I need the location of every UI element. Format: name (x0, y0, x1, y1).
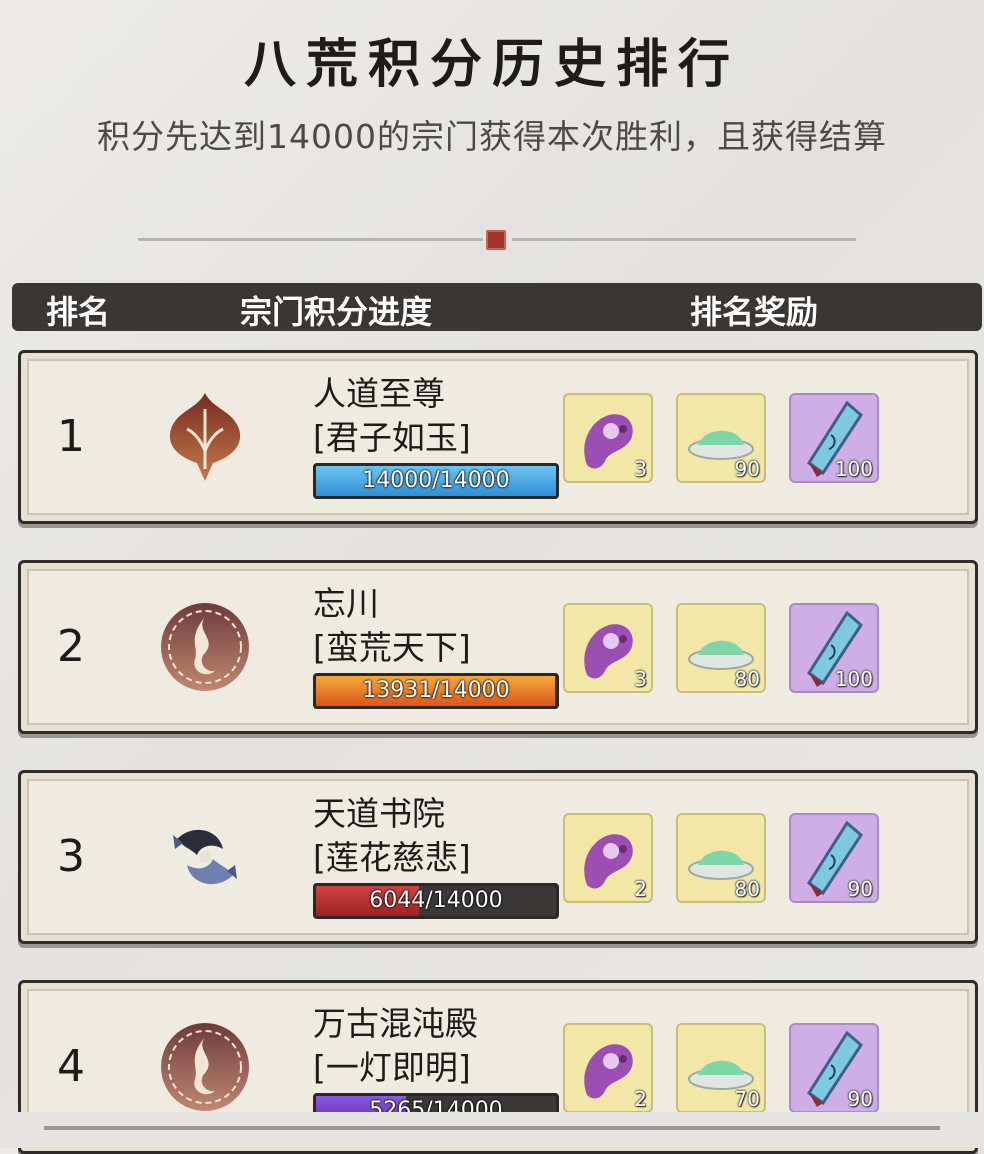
reward-item-3[interactable]: 100 (789, 393, 879, 483)
reward-qty: 80 (734, 667, 760, 691)
reward-item-2[interactable]: 70 (676, 1023, 766, 1113)
progress-bar: 6044/14000 (313, 883, 559, 919)
ranking-row[interactable]: 1 人道至尊 [君子如玉] 14000/14000 3 90 100 (18, 350, 978, 524)
header-progress: 宗门积分进度 (240, 293, 433, 331)
reward-item-1[interactable]: 2 (563, 1023, 653, 1113)
reward-qty: 70 (734, 1087, 760, 1111)
reward-qty: 3 (634, 457, 647, 481)
divider-right (512, 238, 856, 241)
reward-item-3[interactable]: 100 (789, 603, 879, 693)
reward-item-1[interactable]: 2 (563, 813, 653, 903)
reward-qty: 90 (847, 877, 873, 901)
sect-motto: [一灯即明] (313, 1048, 471, 1087)
reward-item-1[interactable]: 3 (563, 393, 653, 483)
sect-name: 人道至尊 (313, 374, 445, 413)
reward-qty: 90 (847, 1087, 873, 1111)
sect-motto: [莲花慈悲] (313, 838, 471, 877)
progress-text: 14000/14000 (362, 468, 510, 493)
reward-item-2[interactable]: 90 (676, 393, 766, 483)
progress-bar: 13931/14000 (313, 673, 559, 709)
sect-name: 忘川 (313, 584, 379, 623)
rank-number: 3 (57, 831, 85, 882)
progress-bar: 14000/14000 (313, 463, 559, 499)
sect-motto: [蛮荒天下] (313, 628, 471, 667)
twin-fish-emblem-icon (173, 829, 237, 885)
ranking-row[interactable]: 3 天道书院 [莲花慈悲] 6044/14000 2 80 90 (18, 770, 978, 944)
reward-qty: 2 (634, 1087, 647, 1111)
reward-qty: 90 (734, 457, 760, 481)
reward-qty: 2 (634, 877, 647, 901)
divider-left (138, 238, 483, 241)
progress-text: 6044/14000 (369, 888, 503, 913)
ranking-row[interactable]: 2 忘川 [蛮荒天下] 13931/14000 3 80 100 (18, 560, 978, 734)
reward-item-2[interactable]: 80 (676, 813, 766, 903)
reward-qty: 100 (834, 457, 873, 481)
bottom-mask (0, 1112, 984, 1148)
crimson-leaf-emblem-icon (169, 393, 241, 481)
sect-name: 天道书院 (313, 794, 445, 833)
rank-number: 1 (57, 411, 85, 462)
page-subtitle: 积分先达到14000的宗门获得本次胜利，且获得结算 (97, 117, 887, 156)
reward-qty: 100 (834, 667, 873, 691)
page-title: 八荒积分历史排行 (243, 34, 740, 95)
header-reward: 排名奖励 (690, 293, 819, 331)
sect-motto: [君子如玉] (313, 418, 471, 457)
flame-circle-emblem-icon (161, 603, 249, 691)
reward-item-3[interactable]: 90 (789, 813, 879, 903)
reward-item-3[interactable]: 90 (789, 1023, 879, 1113)
rank-number: 2 (57, 621, 85, 672)
reward-item-2[interactable]: 80 (676, 603, 766, 693)
reward-item-1[interactable]: 3 (563, 603, 653, 693)
table-header: 排名 宗门积分进度 排名奖励 (12, 283, 982, 331)
reward-qty: 80 (734, 877, 760, 901)
header-rank: 排名 (46, 293, 111, 331)
rank-number: 4 (57, 1041, 85, 1092)
progress-text: 13931/14000 (362, 678, 510, 703)
flame-circle-emblem-icon (161, 1023, 249, 1111)
reward-qty: 3 (634, 667, 647, 691)
bottom-divider (44, 1126, 940, 1130)
sect-name: 万古混沌殿 (313, 1004, 478, 1043)
seal-icon (486, 230, 506, 250)
